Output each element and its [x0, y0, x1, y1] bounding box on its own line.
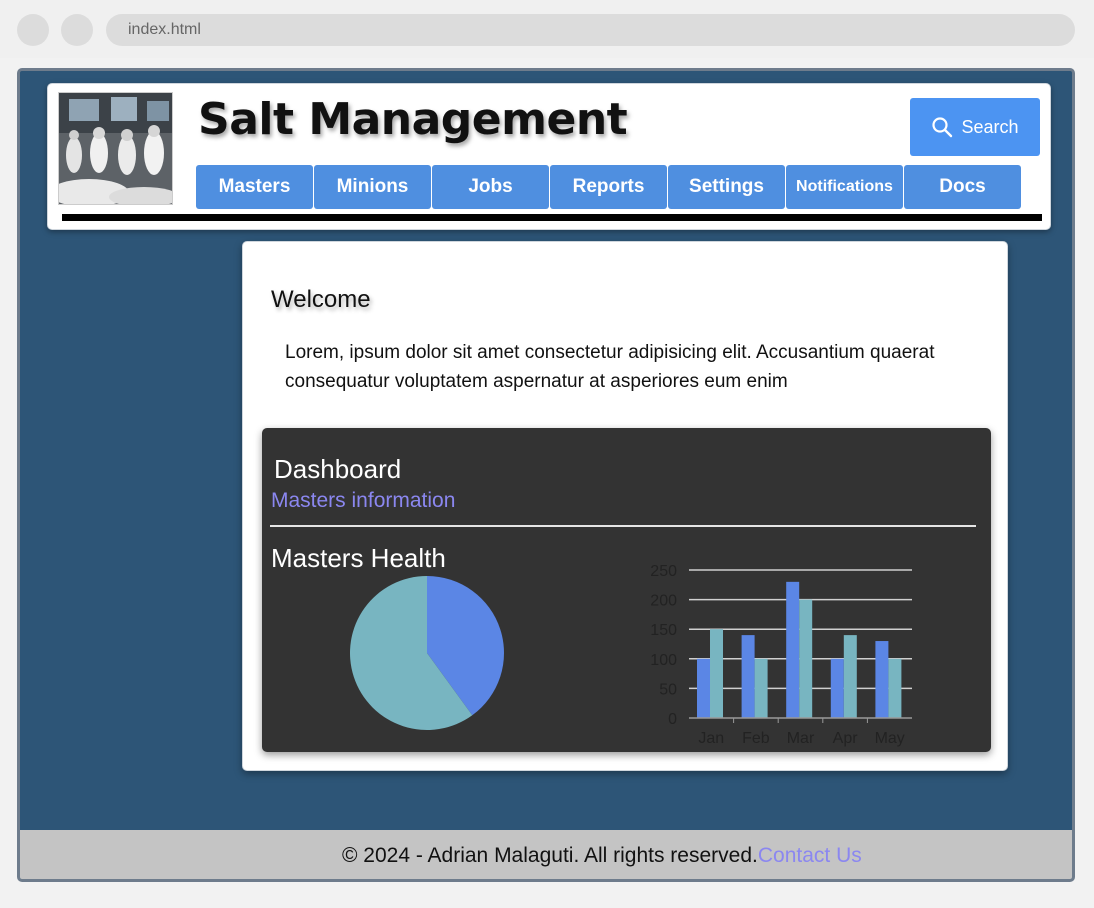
x-tick-label: Apr: [833, 730, 859, 747]
nav-docs[interactable]: Docs: [904, 165, 1021, 209]
nav-jobs[interactable]: Jobs: [432, 165, 549, 209]
search-button[interactable]: Search: [910, 98, 1040, 156]
welcome-heading: Welcome: [271, 286, 371, 313]
x-tick-label: May: [875, 730, 905, 747]
main-card: Welcome Lorem, ipsum dolor sit amet cons…: [242, 241, 1008, 771]
bar: [741, 635, 755, 718]
bar: [799, 599, 813, 718]
site-title: Salt Management: [198, 94, 628, 145]
y-tick-label: 50: [659, 681, 677, 698]
y-tick-label: 150: [650, 622, 677, 639]
y-tick-label: 0: [668, 711, 677, 728]
address-bar[interactable]: index.html: [106, 14, 1075, 46]
search-icon: [932, 117, 953, 138]
header-divider: [62, 214, 1042, 221]
dashboard-title: Dashboard: [274, 454, 402, 484]
nav-masters[interactable]: Masters: [196, 165, 313, 209]
y-tick-label: 250: [650, 563, 677, 580]
bar: [786, 581, 800, 718]
dashboard-subtitle-link[interactable]: Masters information: [271, 489, 455, 513]
window-control-dot[interactable]: [17, 14, 49, 46]
browser-chrome: index.html: [0, 0, 1094, 58]
x-tick-label: Mar: [787, 730, 815, 747]
logo-image: [58, 92, 173, 205]
bar: [710, 629, 723, 718]
nav-notifications[interactable]: Notifications: [786, 165, 903, 209]
bar: [875, 641, 889, 718]
site-footer: © 2024 - Adrian Malaguti. All rights res…: [20, 830, 1072, 879]
main-nav: Masters Minions Jobs Reports Settings No…: [196, 165, 1021, 209]
x-tick-label: Jan: [698, 730, 724, 747]
bar: [843, 635, 857, 718]
pie-chart: [349, 576, 504, 730]
bar: [697, 658, 710, 718]
site-header: Salt Management Search Masters Minions J…: [47, 83, 1051, 230]
nav-reports[interactable]: Reports: [550, 165, 667, 209]
nav-minions[interactable]: Minions: [314, 165, 431, 209]
contact-us-link[interactable]: Contact Us: [758, 844, 862, 867]
bar-chart: 0 50 100 150 200 250 Jan Feb Mar Apr May: [650, 563, 912, 747]
dashboard-divider: [270, 525, 976, 527]
copyright-text: © 2024 - Adrian Malaguti. All rights res…: [342, 844, 758, 867]
dashboard-panel: Dashboard Masters information Masters He…: [262, 428, 991, 752]
window-control-dot[interactable]: [61, 14, 93, 46]
nav-settings[interactable]: Settings: [668, 165, 785, 209]
x-tick-label: Feb: [742, 730, 770, 747]
page-viewport: Salt Management Search Masters Minions J…: [17, 68, 1075, 882]
y-tick-label: 100: [650, 652, 677, 669]
bar: [888, 658, 902, 718]
search-button-label: Search: [961, 116, 1019, 137]
bar: [754, 658, 768, 718]
bar: [830, 658, 844, 718]
y-tick-label: 200: [650, 593, 677, 610]
welcome-text: Lorem, ipsum dolor sit amet consectetur …: [285, 342, 935, 392]
footer-text: © 2024 - Adrian Malaguti. All rights res…: [342, 844, 862, 868]
